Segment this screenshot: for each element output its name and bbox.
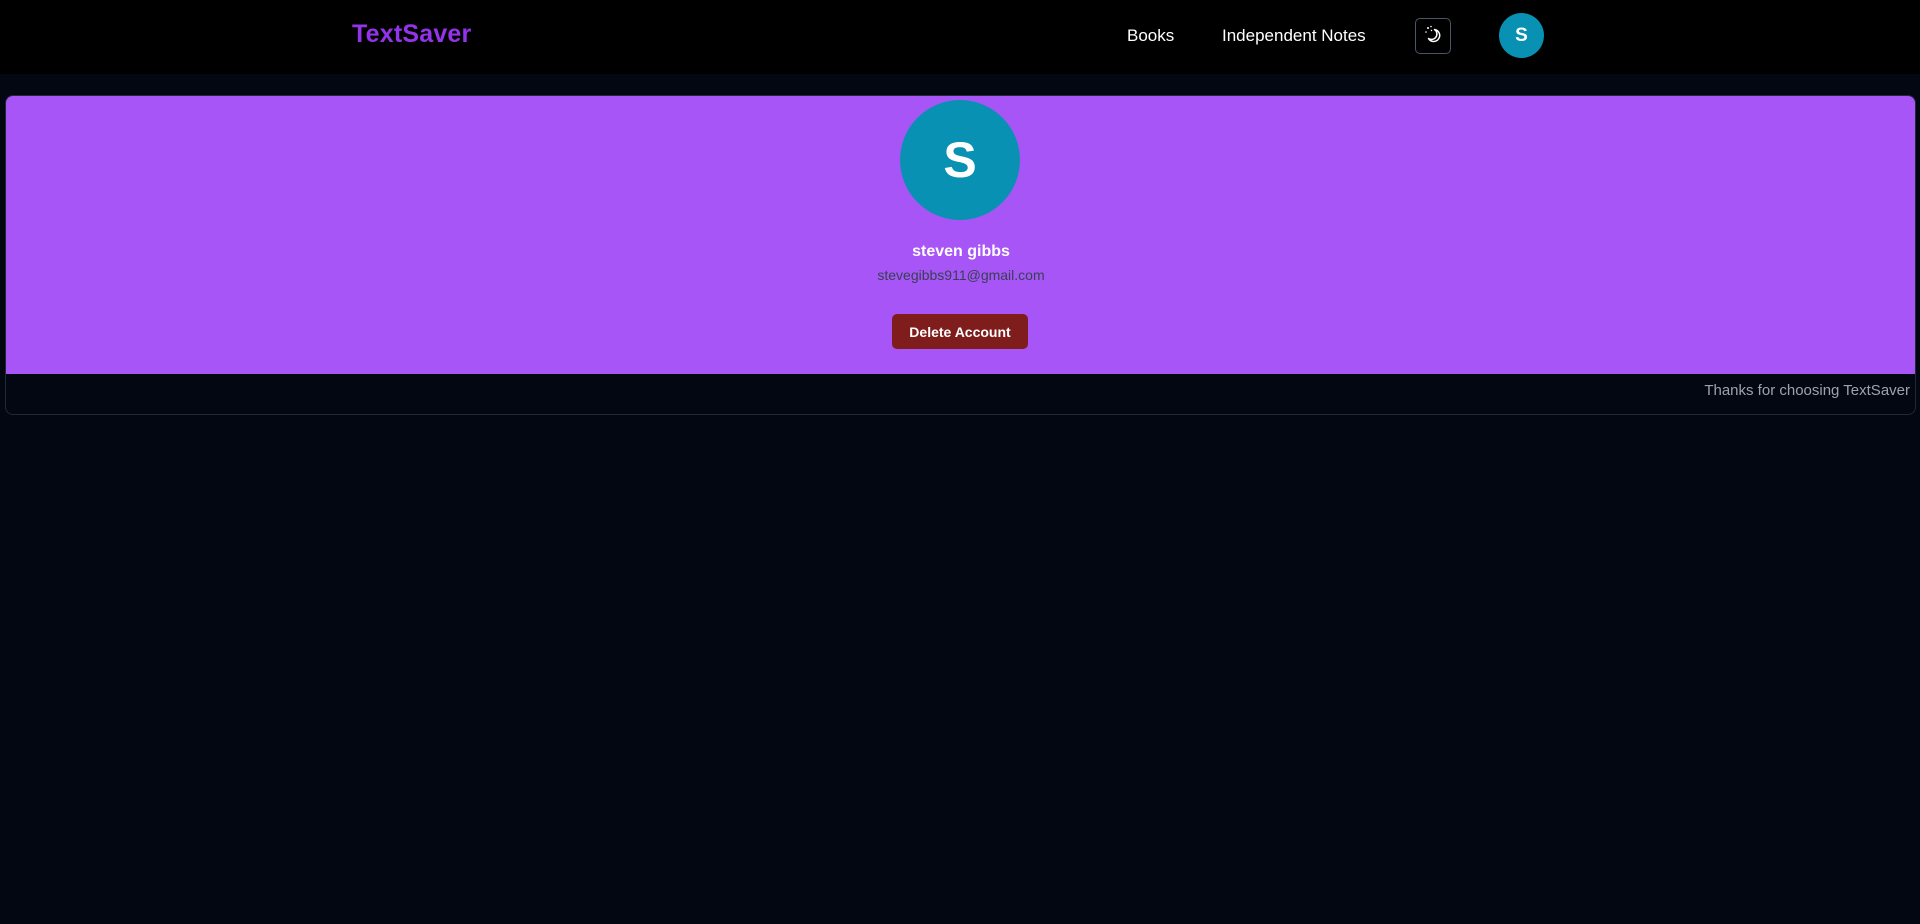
brand-logo[interactable]: TextSaver [352, 20, 471, 49]
nav-link-independent-notes[interactable]: Independent Notes [1222, 26, 1366, 46]
nav-link-books[interactable]: Books [1127, 26, 1174, 46]
theme-toggle-button[interactable] [1415, 18, 1451, 54]
user-avatar-button[interactable]: S [1499, 13, 1544, 58]
top-navbar: TextSaver Books Independent Notes S [0, 0, 1920, 74]
profile-name: steven gibbs [912, 243, 1010, 260]
thanks-note: Thanks for choosing TextSaver [1704, 382, 1910, 399]
moon-stars-icon [1423, 24, 1443, 49]
delete-account-button[interactable]: Delete Account [892, 314, 1028, 349]
profile-banner: S steven gibbs stevegibbs911@gmail.com D… [6, 96, 1915, 374]
profile-avatar: S [900, 100, 1020, 220]
profile-email: stevegibbs911@gmail.com [877, 267, 1045, 283]
profile-card: S steven gibbs stevegibbs911@gmail.com D… [5, 95, 1916, 415]
